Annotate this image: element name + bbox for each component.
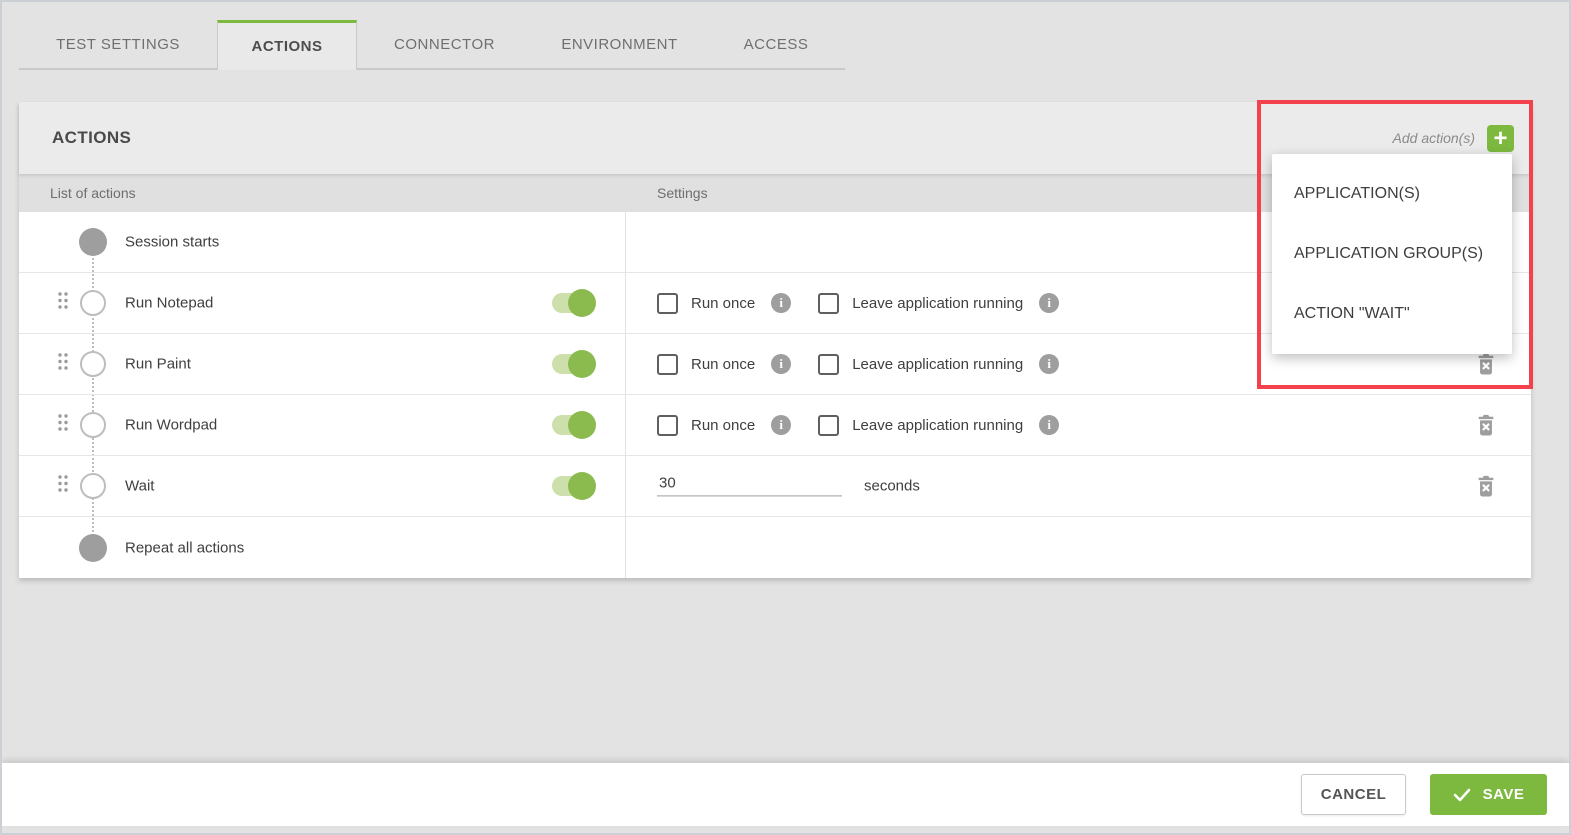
tab-connector[interactable]: CONNECTOR [357, 20, 532, 68]
trash-icon[interactable] [1475, 352, 1497, 376]
plus-icon: + [1493, 127, 1507, 150]
enabled-toggle[interactable] [552, 354, 590, 374]
add-action-button[interactable]: + [1487, 125, 1514, 152]
milestone-dot-icon [79, 534, 107, 562]
action-label: Run Notepad [125, 295, 213, 312]
action-node-icon [80, 351, 106, 377]
enabled-toggle[interactable] [552, 476, 590, 496]
wait-seconds-input[interactable] [657, 470, 842, 496]
column-list-of-actions: List of actions [19, 185, 136, 201]
action-label: Run Paint [125, 356, 191, 373]
toggle-knob [568, 289, 596, 317]
tab-test-settings[interactable]: TEST SETTINGS [19, 20, 217, 68]
toggle-knob [568, 411, 596, 439]
action-label: Repeat all actions [125, 539, 244, 556]
run-once-checkbox[interactable] [657, 293, 678, 314]
table-row-repeat-all-actions: Repeat all actions [19, 517, 1531, 578]
menu-item-application-groups[interactable]: APPLICATION GROUP(S) [1272, 224, 1512, 284]
wait-unit-label: seconds [864, 478, 920, 495]
drag-handle-icon[interactable] [57, 413, 69, 437]
cancel-button[interactable]: CANCEL [1301, 774, 1406, 815]
add-action-menu: APPLICATION(S) APPLICATION GROUP(S) ACTI… [1272, 154, 1512, 354]
action-node-icon [80, 412, 106, 438]
info-icon[interactable]: i [1039, 415, 1059, 435]
run-once-checkbox[interactable] [657, 354, 678, 375]
panel-title: ACTIONS [52, 128, 131, 148]
trash-icon[interactable] [1475, 474, 1497, 498]
run-once-label: Run once [691, 417, 755, 434]
leave-running-label: Leave application running [852, 417, 1023, 434]
action-label: Run Wordpad [125, 417, 217, 434]
run-once-checkbox[interactable] [657, 415, 678, 436]
tab-bar: TEST SETTINGS ACTIONS CONNECTOR ENVIRONM… [19, 20, 845, 70]
settings-cell: Run once i Leave application running i [657, 395, 1481, 455]
add-action-area: Add action(s) + [1393, 125, 1514, 152]
save-button[interactable]: SAVE [1430, 774, 1547, 815]
leave-running-label: Leave application running [852, 295, 1023, 312]
tab-environment[interactable]: ENVIRONMENT [532, 20, 707, 68]
tab-actions[interactable]: ACTIONS [217, 20, 357, 70]
leave-running-checkbox[interactable] [818, 354, 839, 375]
info-icon[interactable]: i [771, 293, 791, 313]
leave-running-label: Leave application running [852, 356, 1023, 373]
run-once-label: Run once [691, 356, 755, 373]
toggle-knob [568, 472, 596, 500]
save-button-label: SAVE [1483, 786, 1525, 803]
enabled-toggle[interactable] [552, 415, 590, 435]
trash-icon[interactable] [1475, 413, 1497, 437]
action-node-icon [80, 473, 106, 499]
check-icon [1453, 788, 1471, 802]
drag-handle-icon[interactable] [57, 352, 69, 376]
toggle-knob [568, 350, 596, 378]
drag-handle-icon[interactable] [57, 474, 69, 498]
info-icon[interactable]: i [771, 415, 791, 435]
menu-item-action-wait[interactable]: ACTION "WAIT" [1272, 284, 1512, 344]
table-row-run-wordpad: Run Wordpad Run once i Leave application… [19, 395, 1531, 456]
run-once-label: Run once [691, 295, 755, 312]
enabled-toggle[interactable] [552, 293, 590, 313]
tab-access[interactable]: ACCESS [707, 20, 845, 68]
leave-running-checkbox[interactable] [818, 415, 839, 436]
table-row-wait: Wait seconds [19, 456, 1531, 517]
action-label: Session starts [125, 234, 219, 251]
leave-running-checkbox[interactable] [818, 293, 839, 314]
action-node-icon [80, 290, 106, 316]
add-action-label: Add action(s) [1393, 130, 1475, 146]
column-settings: Settings [657, 185, 708, 201]
info-icon[interactable]: i [1039, 293, 1059, 313]
test-configuration-screen: TEST SETTINGS ACTIONS CONNECTOR ENVIRONM… [0, 0, 1571, 835]
action-label: Wait [125, 478, 154, 495]
info-icon[interactable]: i [1039, 354, 1059, 374]
menu-item-applications[interactable]: APPLICATION(S) [1272, 164, 1512, 224]
milestone-dot-icon [79, 228, 107, 256]
footer-bar: CANCEL SAVE [2, 763, 1569, 826]
drag-handle-icon[interactable] [57, 291, 69, 315]
info-icon[interactable]: i [771, 354, 791, 374]
